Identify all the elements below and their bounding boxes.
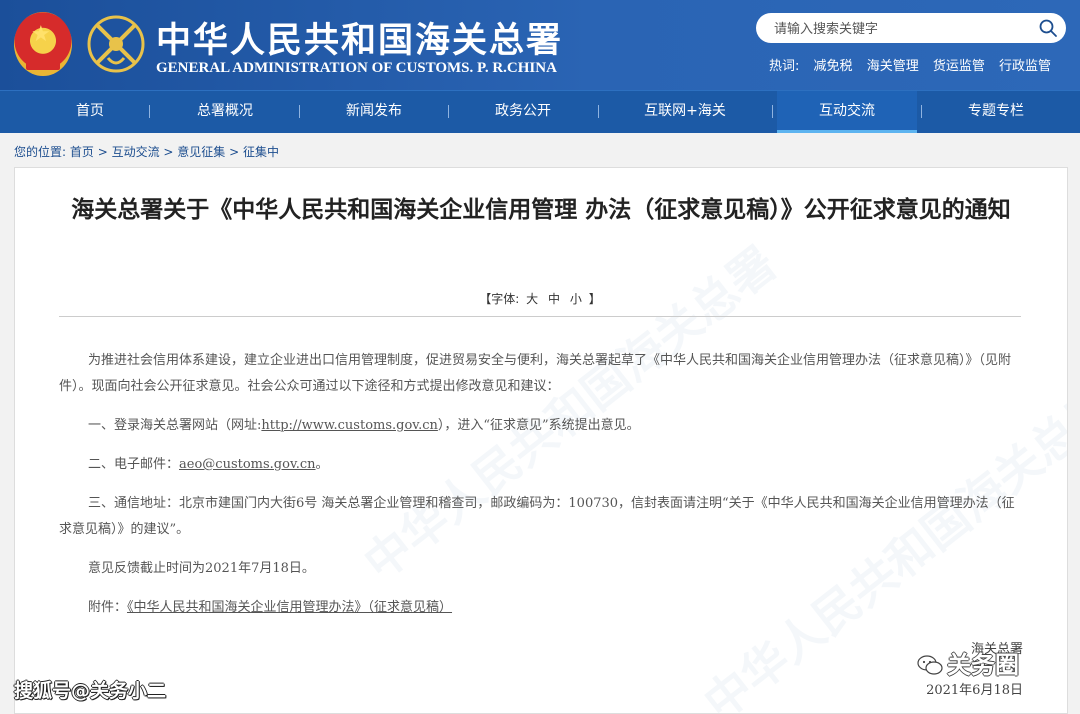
nav-item-news[interactable]: 新闻发布 [314,91,434,133]
hotword-link[interactable]: 货运监管 [933,59,985,74]
nav-item-topics[interactable]: 专题专栏 [936,91,1056,133]
breadcrumb: 您的位置: 首页 > 互动交流 > 意见征集 > 征集中 [14,143,279,160]
website-suffix: ），进入“征求意见”系统提出意见。 [437,418,640,433]
hotwords-label: 热词: [769,59,800,74]
hotword-link[interactable]: 海关管理 [867,59,919,74]
website-link[interactable]: http://www.customs.gov.cn [261,418,438,433]
site-header: ★ 中华人民共和国海关总署 GENERAL ADMINISTRATION OF … [0,0,1080,90]
breadcrumb-item-interaction[interactable]: 互动交流 [112,145,160,159]
nav-separator [772,105,773,118]
font-size-label: 【字体: [479,292,520,306]
article-paragraph-website: 一、登录海关总署网站（网址:http://www.customs.gov.cn）… [59,413,1021,439]
font-size-medium-button[interactable]: 中 [548,292,560,306]
nav-item-home[interactable]: 首页 [30,91,150,133]
article-paragraph-attachment: 附件：《中华人民共和国海关企业信用管理办法》（征求意见稿） [59,595,1021,621]
website-prefix: 一、登录海关总署网站（网址: [88,418,262,433]
font-size-small-button[interactable]: 小 [570,292,582,306]
email-link[interactable]: aeo@customs.gov.cn [179,457,316,472]
title-divider [59,316,1021,317]
hotwords-bar: 热词: 减免税 海关管理 货运监管 行政监管 [769,55,1061,74]
sohu-watermark: 搜狐号@关务小二 [14,680,167,702]
article-body: 为推进社会信用体系建设，建立企业进出口信用管理制度，促进贸易安全与便利，海关总署… [59,348,1021,634]
breadcrumb-separator: > [225,145,243,159]
breadcrumb-item-ongoing[interactable]: 征集中 [243,145,279,159]
font-size-close: 】 [588,292,601,306]
article-paragraph-intro: 为推进社会信用体系建设，建立企业进出口信用管理制度，促进贸易安全与便利，海关总署… [59,353,1012,394]
main-nav: 首页 总署概况 新闻发布 政务公开 互联网+海关 互动交流 专题专栏 [0,90,1080,133]
breadcrumb-item-home[interactable]: 首页 [70,145,94,159]
search-input[interactable] [772,13,1036,45]
nav-item-government[interactable]: 政务公开 [463,91,583,133]
nav-item-interaction[interactable]: 互动交流 [777,91,917,133]
signature-date: 2021年6月18日 [926,683,1023,698]
nav-separator [598,105,599,118]
font-size-large-button[interactable]: 大 [526,292,538,306]
nav-separator [448,105,449,118]
attachment-link[interactable]: 《中华人民共和国海关企业信用管理办法》（征求意见稿） [127,600,452,615]
breadcrumb-separator: > [93,145,112,159]
breadcrumb-separator: > [159,145,178,159]
article-paragraph-deadline: 意见反馈截止时间为2021年7月18日。 [88,561,315,576]
search-box [756,13,1066,45]
article-paragraph-address: 三、通信地址：北京市建国门内大街6号 海关总署企业管理和稽查司，邮政编码为：10… [59,496,1015,537]
wechat-icon [917,655,943,675]
font-size-selector: 【字体: 大 中 小 】 [15,290,1065,307]
attachment-label: 附件： [88,600,128,615]
nav-separator [149,105,150,118]
article-paragraph-email: 二、电子邮件：aeo@customs.gov.cn。 [59,452,1021,478]
wechat-watermark: 关务圈 [917,645,1019,680]
article-title: 海关总署关于《中华人民共和国海关企业信用管理 办法（征求意见稿）》公开征求意见的… [71,197,1011,223]
breadcrumb-label: 您的位置: [14,145,67,159]
nav-separator [921,105,922,118]
hotword-link[interactable]: 行政监管 [999,59,1051,74]
nav-item-internet-customs[interactable]: 互联网+海关 [625,91,745,133]
nav-item-about[interactable]: 总署概况 [165,91,285,133]
nav-separator [299,105,300,118]
search-icon[interactable] [1038,18,1058,38]
email-prefix: 二、电子邮件： [88,457,180,472]
wechat-account-name: 关务圈 [947,651,1019,679]
email-suffix: 。 [315,457,329,472]
breadcrumb-item-consultation[interactable]: 意见征集 [177,145,225,159]
site-title-cn: 中华人民共和国海关总署 [156,20,564,61]
article-card: 中华人民共和国海关总署 中华人民共和国海关总署 海关总署关于《中华人民共和国海关… [14,167,1068,714]
customs-emblem-icon [87,15,145,73]
hotword-link[interactable]: 减免税 [814,59,853,74]
national-emblem-icon: ★ [14,12,72,76]
site-title-en: GENERAL ADMINISTRATION OF CUSTOMS. P. R.… [156,60,557,76]
